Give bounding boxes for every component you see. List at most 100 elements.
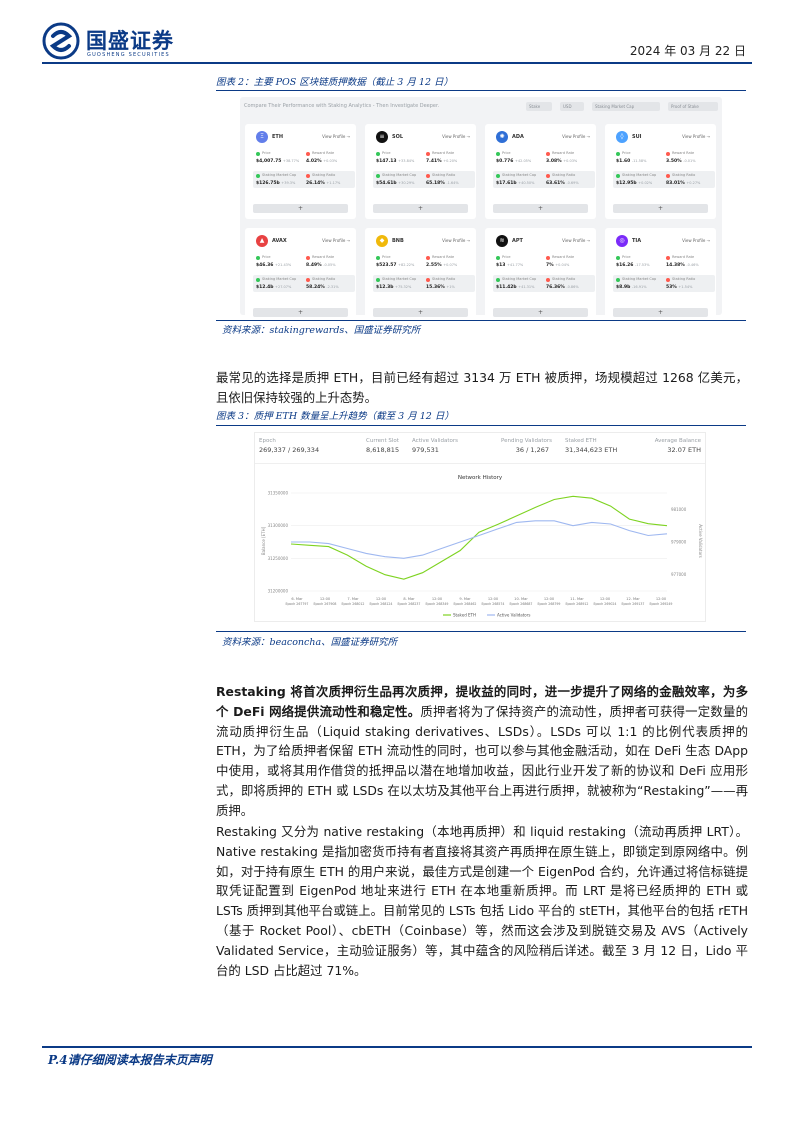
x-tick-label: 12:00 — [432, 597, 443, 601]
metric-value: 2.55% +0.07% — [426, 263, 458, 268]
paragraph-restaking-intro: Restaking 将首次质押衍生品再次质押，提收益的同时，进一步提升了网络的金… — [216, 682, 748, 821]
view-profile-link[interactable]: View Profile → — [442, 238, 470, 243]
metric-value: 63.61% -0.69% — [546, 181, 579, 186]
metric-label: Price — [502, 151, 511, 155]
metric-dot-icon — [256, 256, 260, 260]
add-compare-button[interactable]: + — [373, 308, 468, 317]
metric-label: Price — [382, 255, 391, 259]
metric-value: 58.24% -2.31% — [306, 285, 339, 290]
metric-dot-icon — [616, 256, 620, 260]
token-name: AVAX — [272, 238, 287, 244]
metric-price: Price $13 +41.77% — [493, 253, 545, 270]
staking-card-ada[interactable]: ✺ ADA View Profile → + Price $0.776 +42.05% Re… — [485, 124, 596, 219]
metric-label: Reward Rate — [672, 151, 695, 155]
metric-price: Price $0.776 +42.05% — [493, 149, 545, 166]
token-name: ADA — [512, 134, 524, 140]
add-compare-button[interactable]: + — [493, 308, 588, 317]
apt-token-icon: ≋ — [496, 235, 508, 247]
metric-label: Reward Rate — [552, 151, 575, 155]
restaking-intro-body: 质押者将为了保持资产的流动性，质押者可获得一定数量的流动质押衍生品（Liquid… — [216, 703, 749, 818]
x-tick-label: 12:00 — [320, 597, 331, 601]
header-divider — [42, 62, 752, 64]
y2-tick-label: 977000 — [671, 572, 687, 577]
metric-value: $46.36 +21.43% — [256, 263, 292, 268]
company-logo: 国盛证券 GUOSHENG SECURITIES — [42, 22, 174, 62]
metric-change: -1.64% — [446, 181, 459, 185]
view-profile-link[interactable]: View Profile → — [682, 238, 710, 243]
staking-card-sui[interactable]: ◊ SUI View Profile → + Price $1.60 -11.58% Rew… — [605, 124, 716, 219]
sol-token-icon: ≡ — [376, 131, 388, 143]
metric-value: $12.95b +0.02% — [616, 181, 653, 186]
filter-proof-of-stake[interactable]: Proof of Stake — [668, 102, 718, 111]
staking-card-sol[interactable]: ≡ SOL View Profile → + Price $147.13 +33.84% R… — [365, 124, 476, 219]
metric-value: $1.60 -11.58% — [616, 159, 647, 164]
paragraph-eth-staking: 最常见的选择是质押 ETH，目前已经有超过 3134 万 ETH 被质押，场规模… — [216, 370, 748, 405]
metric-dot-icon — [306, 174, 310, 178]
staking-card-bnb[interactable]: ◆ BNB View Profile → + Price $523.57 +82.22% R… — [365, 228, 476, 323]
filter-currency[interactable]: USD — [560, 102, 584, 111]
view-profile-link[interactable]: View Profile → — [682, 134, 710, 139]
metric-value: 76.36% -0.86% — [546, 285, 579, 290]
staking-card-apt[interactable]: ≋ APT View Profile → + Price $13 +41.77% Rewar… — [485, 228, 596, 323]
add-compare-button[interactable]: + — [253, 308, 348, 317]
x-epoch-label: Epoch 269249 — [650, 602, 673, 606]
add-compare-button[interactable]: + — [253, 204, 348, 213]
metric-reward-rate: Reward Rate 2.55% +0.07% — [423, 253, 475, 270]
add-compare-button[interactable]: + — [613, 308, 708, 317]
metric-change: -2.31% — [326, 285, 339, 289]
token-name: TIA — [632, 238, 642, 244]
y2-tick-label: 979000 — [671, 540, 687, 545]
filter-stake[interactable]: Stake — [526, 102, 552, 111]
x-tick-label: 6. Mar — [291, 597, 303, 601]
metric-label: Reward Rate — [552, 255, 575, 259]
staking-card-eth[interactable]: Ξ ETH View Profile → + Price $4,007.75 +38.77… — [245, 124, 356, 219]
metric-dot-icon — [256, 278, 260, 282]
metric-label: Staking Market Cap — [262, 277, 297, 281]
metric-value: $4,007.75 +38.77% — [256, 159, 300, 164]
metric-dot-icon — [306, 152, 310, 156]
staking-card-tia[interactable]: ◎ TIA View Profile → + Price $16.26 -17.53% Re… — [605, 228, 716, 323]
view-profile-link[interactable]: View Profile → — [562, 134, 590, 139]
metric-value: 3.50% -0.01% — [666, 159, 696, 164]
metric-change: +30.29% — [398, 181, 415, 185]
report-date: 2024 年 03 月 22 日 — [629, 44, 746, 58]
add-compare-button[interactable]: + — [613, 204, 708, 213]
metric-staking-market-cap: Staking Market Cap $54.61b +30.29% — [373, 171, 425, 188]
metric-dot-icon — [426, 256, 430, 260]
view-profile-link[interactable]: View Profile → — [322, 134, 350, 139]
token-name: APT — [512, 238, 523, 244]
metric-staking-ratio: Staking Ratio 58.24% -2.31% — [303, 275, 355, 292]
metric-dot-icon — [546, 278, 550, 282]
logo-text: 国盛证券 — [86, 28, 174, 53]
x-tick-label: 9. Mar — [459, 597, 471, 601]
x-epoch-label: Epoch 268799 — [538, 602, 561, 606]
metric-value: $17.61b +40.50% — [496, 181, 535, 186]
x-epoch-label: Epoch 269137 — [622, 602, 645, 606]
stats-divider — [255, 463, 705, 464]
y-tick-label: 31300000 — [268, 523, 289, 528]
metric-price: Price $1.60 -11.58% — [613, 149, 665, 166]
stat-value: 31,344,623 ETH — [565, 446, 618, 454]
filter-market-cap[interactable]: Staking Market Cap — [592, 102, 660, 111]
metric-dot-icon — [496, 278, 500, 282]
x-epoch-label: Epoch 269024 — [594, 602, 617, 606]
add-compare-button[interactable]: + — [373, 204, 468, 213]
metric-label: Staking Market Cap — [502, 173, 537, 177]
metric-dot-icon — [256, 152, 260, 156]
metric-dot-icon — [546, 174, 550, 178]
metric-dot-icon — [376, 174, 380, 178]
view-profile-link[interactable]: View Profile → — [322, 238, 350, 243]
metric-dot-icon — [426, 174, 430, 178]
add-compare-button[interactable]: + — [493, 204, 588, 213]
token-name: ETH — [272, 134, 284, 140]
stat-value: 32.07 ETH — [667, 446, 701, 454]
metric-change: -11.58% — [631, 159, 647, 163]
metric-change: +27.07% — [275, 285, 292, 289]
metric-value: $8.9b -16.91% — [616, 285, 647, 290]
view-profile-link[interactable]: View Profile → — [562, 238, 590, 243]
view-profile-link[interactable]: View Profile → — [442, 134, 470, 139]
x-tick-label: 11. Mar — [570, 597, 584, 601]
staking-card-avax[interactable]: ▲ AVAX View Profile → + Price $46.36 +21.43% R… — [245, 228, 356, 323]
metric-label: Staking Ratio — [432, 173, 456, 177]
metric-dot-icon — [666, 278, 670, 282]
